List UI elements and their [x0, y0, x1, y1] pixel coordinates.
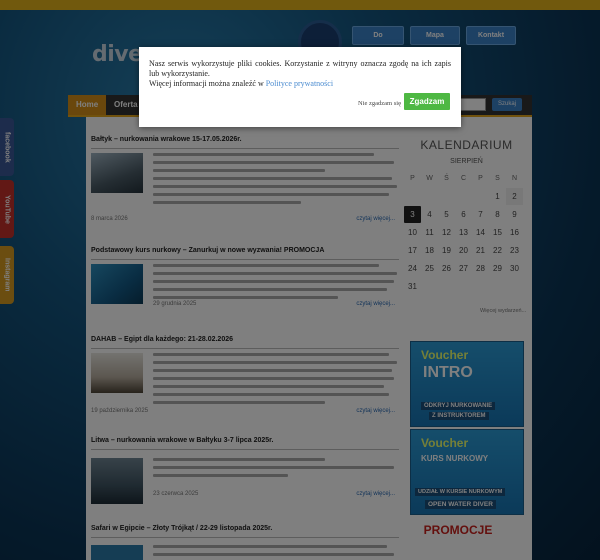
decline-cookies-button[interactable]: Nie zgadzam się [358, 100, 401, 107]
privacy-policy-link[interactable]: Polityce prywatności [266, 79, 333, 88]
cookie-text-main: Nasz serwis wykorzystuje pliki cookies. … [149, 59, 451, 78]
cookie-message: Nasz serwis wykorzystuje pliki cookies. … [149, 59, 451, 89]
accept-cookies-button[interactable]: Zgadzam się [404, 93, 450, 123]
cookie-text-more: Więcej informacji można znaleźć w [149, 79, 266, 88]
cookie-consent-dialog: Nasz serwis wykorzystuje pliki cookies. … [139, 47, 461, 127]
